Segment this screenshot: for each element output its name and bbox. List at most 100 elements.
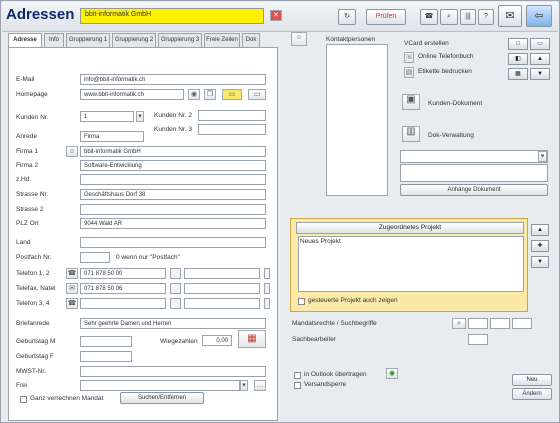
kunden-nr-field[interactable]: 1 [80, 111, 134, 122]
zhd-field[interactable] [80, 174, 266, 185]
side-btn-6[interactable]: ▼ [530, 68, 550, 80]
briefanrede-field[interactable]: Sehr geehrte Damen und Herren [80, 318, 266, 329]
versand-checkbox[interactable] [294, 382, 301, 389]
calculator-icon[interactable]: ▦ [238, 330, 266, 348]
globe-icon[interactable]: ◉ [188, 89, 200, 100]
side-btn-2[interactable]: ▭ [530, 38, 550, 50]
side-btn-5[interactable]: ▦ [508, 68, 528, 80]
land-field[interactable] [80, 237, 266, 248]
tab-gruppierung-3[interactable]: Gruppierung 3 [158, 33, 202, 47]
tab-info[interactable]: Info [44, 33, 64, 47]
tab-gruppierung-1[interactable]: Gruppierung 1 [66, 33, 110, 47]
sachbearbeiter-field[interactable] [468, 334, 488, 345]
anrede-field[interactable]: Firma [80, 131, 144, 142]
mwst-field[interactable] [80, 366, 266, 377]
plz-field[interactable]: 9044 Wald AR [80, 218, 266, 229]
homepage-field[interactable]: www.bbit-informatik.ch [80, 89, 184, 100]
projekt-up[interactable]: ▲ [531, 224, 549, 236]
side-btn-4[interactable]: ▲ [530, 53, 550, 65]
briefanrede-label: Briefanrede [16, 320, 50, 327]
telefon1-field[interactable]: 071 878 50 00 [80, 268, 166, 279]
phone-icon[interactable]: ☎ [66, 268, 78, 279]
close-window-icon[interactable]: ⇦ [526, 5, 552, 27]
delete-icon[interactable]: ✕ [270, 10, 282, 21]
help-button[interactable]: ? [478, 9, 494, 25]
current-address-name[interactable]: bbit-informatik GmbH [80, 8, 264, 24]
frei-more[interactable]: … [254, 380, 266, 391]
kontakt-list[interactable] [326, 44, 388, 196]
mandant-field-3[interactable] [512, 318, 532, 329]
mandant-field-1[interactable] [468, 318, 488, 329]
kunden-nr3-field[interactable] [198, 124, 266, 135]
frei-field[interactable] [80, 380, 240, 391]
tab-freie-zeilen[interactable]: Freie Zeilen [204, 33, 240, 47]
tab-adresse[interactable]: Adresse [8, 33, 42, 48]
tab-gruppierung-2[interactable]: Gruppierung 2 [112, 33, 156, 47]
outlook-checkbox[interactable] [294, 372, 301, 379]
mandant-field-2[interactable] [490, 318, 510, 329]
dok-list[interactable] [400, 164, 548, 182]
copy-icon[interactable]: ❐ [204, 89, 216, 100]
postfach-field[interactable] [80, 252, 110, 263]
refresh-icon[interactable]: ↻ [338, 9, 356, 25]
vcard-label[interactable]: VCard erstellen [404, 40, 449, 47]
search-icon[interactable]: ⌕ [440, 9, 458, 25]
outlook-icon[interactable]: ◉ [386, 368, 398, 379]
firma1-field[interactable]: bbit-informatik GmbH [80, 146, 266, 157]
etikette-label[interactable]: Etikette bedrucken [418, 68, 472, 75]
online-label[interactable]: Online Telefonbuch [418, 53, 474, 60]
outlook-label: in Outlook übertragen [304, 371, 367, 378]
email-field[interactable]: info@bbit-informatik.ch [80, 74, 266, 85]
open-icon[interactable]: ▭ [248, 89, 266, 100]
frei-dropdown[interactable]: ▾ [240, 380, 248, 391]
projekt-checkbox[interactable] [298, 298, 305, 305]
dokverw-label[interactable]: Dok-Verwaltung [428, 132, 474, 139]
kunden-nr2-field[interactable] [198, 110, 266, 121]
label-icon[interactable]: ▤ [404, 67, 414, 78]
wiegezahlen-label: Wiegezahlen [160, 338, 198, 345]
folder-icon[interactable]: ▭ [222, 89, 242, 100]
kundendok-icon[interactable]: ▣ [402, 94, 420, 110]
add-dok-button[interactable]: Anhänge Dokument [400, 184, 548, 196]
dokverw-icon[interactable]: ▥ [402, 126, 420, 142]
telefon3-dial[interactable] [170, 298, 181, 309]
contacts-icon[interactable]: ☎ [420, 9, 438, 25]
phone2-icon[interactable]: ☎ [66, 298, 78, 309]
firma2-field[interactable]: Software-Entwicklung [80, 160, 266, 171]
projekt-down[interactable]: ▼ [531, 256, 549, 268]
telefon2-field[interactable] [184, 268, 260, 279]
telefax-field[interactable]: 071 878 50 06 [80, 283, 166, 294]
telefax-dial[interactable] [170, 283, 181, 294]
ganz-checkbox[interactable] [20, 396, 27, 403]
side-btn-3[interactable]: ◧ [508, 53, 528, 65]
wiegezahlen-field[interactable]: 0.00 [202, 335, 232, 346]
tab-dok[interactable]: Dok [242, 33, 260, 47]
aendern-button[interactable]: Ändern [512, 388, 552, 400]
strasse2-field[interactable] [80, 204, 266, 215]
neu-button[interactable]: Neu [512, 374, 552, 386]
natel-field[interactable] [184, 283, 260, 294]
online-icon[interactable]: ☏ [404, 52, 414, 63]
edit-button[interactable]: Prüfen [366, 9, 406, 25]
geb-m-field[interactable] [80, 336, 132, 347]
dok-select-dropdown[interactable]: ▾ [538, 151, 547, 162]
telefon2-dial[interactable] [264, 268, 270, 279]
geb-f-field[interactable] [80, 351, 132, 362]
kunden-nr-dropdown[interactable]: ▾ [136, 111, 144, 122]
fax-icon[interactable]: ✉ [66, 283, 78, 294]
side-btn-1[interactable]: □ [508, 38, 528, 50]
mail-icon[interactable]: ✉ [498, 5, 522, 27]
suchen-button[interactable]: Suchen/Entfernen [120, 392, 204, 404]
telefon4-dial[interactable] [264, 298, 270, 309]
strasse-field[interactable]: Geschäftshaus Dorf 38 [80, 189, 266, 200]
person-icon[interactable]: ☺ [66, 146, 78, 157]
natel-dial[interactable] [264, 283, 270, 294]
mandant-icon[interactable]: ⌕ [452, 318, 466, 329]
bars-button[interactable]: ||| [460, 9, 476, 25]
telefon1-dial[interactable] [170, 268, 181, 279]
telefon4-field[interactable] [184, 298, 260, 309]
kundendok-label[interactable]: Kunden-Dokument [428, 100, 482, 107]
telefon3-field[interactable] [80, 298, 166, 309]
dok-select[interactable] [400, 150, 548, 163]
projekt-add[interactable]: ✚ [531, 240, 549, 252]
